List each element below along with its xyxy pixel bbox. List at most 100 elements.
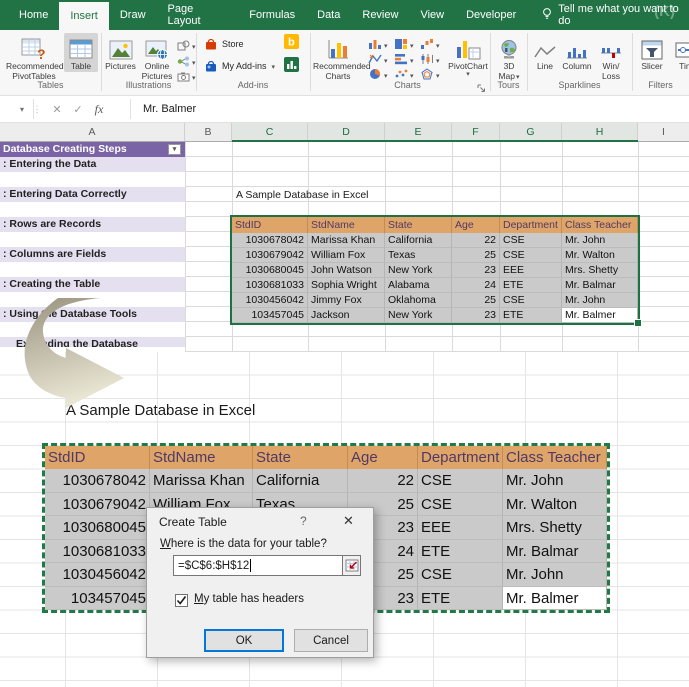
cell-stdid[interactable]: 103457045 — [45, 587, 150, 611]
panel-item[interactable]: : Columns are Fields — [0, 247, 185, 262]
cell-class-teacher[interactable]: Mr. Balmer — [562, 308, 638, 323]
column-header-h[interactable]: H — [562, 123, 638, 141]
header-class-teacher[interactable]: Class Teacher — [503, 446, 607, 469]
panel-item[interactable]: : Entering Data Correctly — [0, 187, 185, 202]
cell-department[interactable]: EEE — [500, 263, 562, 278]
online-pictures-button[interactable]: Online Pictures — [139, 33, 175, 81]
cell-class-teacher[interactable]: Mrs. Shetty — [562, 263, 638, 278]
cell-stdid[interactable]: 103457045 — [232, 308, 308, 323]
tab-insert[interactable]: Insert — [59, 2, 109, 30]
header-stdid[interactable]: StdID — [45, 446, 150, 469]
header-state[interactable]: State — [253, 446, 348, 469]
panel-item[interactable]: : Rows are Records — [0, 217, 185, 232]
cell-stdid[interactable]: 1030680045 — [45, 516, 150, 540]
header-age[interactable]: Age — [348, 446, 418, 469]
cell-stdid[interactable]: 1030681033 — [45, 540, 150, 564]
sparkline-line-button[interactable]: Line — [531, 33, 559, 72]
cell-department[interactable]: ETE — [418, 540, 503, 564]
sparkline-column-button[interactable]: Column — [560, 33, 594, 72]
insert-function-button[interactable]: fx — [90, 96, 108, 122]
table-button[interactable]: Table — [64, 33, 98, 72]
name-box-dropdown[interactable]: ▾ — [14, 96, 30, 122]
slicer-button[interactable]: Slicer — [636, 33, 668, 72]
cell-stdname[interactable]: Jackson — [308, 308, 385, 323]
column-header-d[interactable]: D — [308, 123, 385, 141]
ok-button[interactable]: OK — [204, 629, 284, 652]
cell-age[interactable]: 23 — [452, 308, 500, 323]
headers-checkbox-label[interactable]: My table has headers — [194, 593, 304, 605]
column-header-f[interactable]: F — [452, 123, 500, 141]
tab-home[interactable]: Home — [8, 0, 59, 30]
cell-state[interactable]: Texas — [385, 248, 452, 263]
cell-state[interactable]: New York — [385, 263, 452, 278]
cell-age[interactable]: 23 — [452, 263, 500, 278]
cell-state[interactable]: California — [385, 233, 452, 248]
tab-review[interactable]: Review — [351, 0, 409, 30]
header-stdname[interactable]: StdName — [150, 446, 253, 469]
cell-state[interactable]: Oklahoma — [385, 293, 452, 308]
cell-age[interactable]: 25 — [452, 248, 500, 263]
cell-department[interactable]: CSE — [500, 293, 562, 308]
range-picker-button[interactable] — [342, 555, 361, 576]
tab-draw[interactable]: Draw — [109, 0, 157, 30]
people-graph-button[interactable] — [284, 57, 299, 77]
cell-class-teacher[interactable]: Mr. Balmar — [562, 278, 638, 293]
timeline-button[interactable]: Tim — [671, 33, 689, 72]
column-header-a[interactable]: A — [0, 123, 185, 141]
cell-stdname[interactable]: William Fox — [308, 248, 385, 263]
sheet-title-upper[interactable]: A Sample Database in Excel — [236, 188, 369, 203]
recommended-pivottables-button[interactable]: ? Recommended PivotTables — [6, 33, 62, 81]
headers-checkbox[interactable] — [175, 594, 188, 607]
header-department[interactable]: Department — [500, 217, 562, 233]
header-stdid[interactable]: StdID — [232, 217, 308, 233]
cell-stdid[interactable]: 1030678042 — [45, 469, 150, 493]
cell-stdid[interactable]: 1030680045 — [232, 263, 308, 278]
pivotchart-button[interactable]: PivotChart ▾ — [448, 33, 488, 78]
column-header-i[interactable]: I — [638, 123, 689, 141]
my-addins-button[interactable]: My Add-ins — [204, 59, 275, 73]
cancel-entry-button[interactable]: ✕ — [48, 96, 66, 122]
cell-department[interactable]: CSE — [418, 493, 503, 517]
column-header-g[interactable]: G — [500, 123, 562, 141]
3d-map-button[interactable]: 3D Map — [493, 33, 525, 82]
cell-stdname[interactable]: Jimmy Fox — [308, 293, 385, 308]
cell-class-teacher[interactable]: Mr. Walton — [562, 248, 638, 263]
fill-handle[interactable] — [634, 319, 642, 327]
cell-state[interactable]: New York — [385, 308, 452, 323]
cell-class-teacher[interactable]: Mr. John — [562, 233, 638, 248]
formula-bar-value[interactable]: Mr. Balmer — [143, 96, 196, 122]
pictures-button[interactable]: Pictures — [104, 33, 137, 72]
cell-stdid[interactable]: 1030456042 — [45, 563, 150, 587]
cell-stdid[interactable]: 1030681033 — [232, 278, 308, 293]
close-icon[interactable]: ✕ — [343, 513, 354, 529]
cell-age[interactable]: 24 — [452, 278, 500, 293]
cell-class-teacher[interactable]: Mr. John — [503, 469, 607, 493]
cell-stdid[interactable]: 1030679042 — [232, 248, 308, 263]
header-stdname[interactable]: StdName — [308, 217, 385, 233]
tab-data[interactable]: Data — [306, 0, 351, 30]
cell-department[interactable]: ETE — [500, 278, 562, 293]
cell-age[interactable]: 25 — [452, 293, 500, 308]
header-state[interactable]: State — [385, 217, 452, 233]
help-icon[interactable]: ? — [300, 514, 307, 528]
cell-department[interactable]: ETE — [500, 308, 562, 323]
header-department[interactable]: Department — [418, 446, 503, 469]
cell-stdname[interactable]: Marissa Khan — [150, 469, 253, 493]
panel-header[interactable]: Database Creating Steps ▾ — [0, 142, 185, 157]
cell-class-teacher[interactable]: Mr. Walton — [503, 493, 607, 517]
cell-department[interactable]: CSE — [500, 248, 562, 263]
tab-formulas[interactable]: Formulas — [238, 0, 306, 30]
cell-class-teacher[interactable]: Mr. Balmar — [503, 540, 607, 564]
tab-view[interactable]: View — [409, 0, 455, 30]
cell-department[interactable]: CSE — [500, 233, 562, 248]
cell-state[interactable]: Alabama — [385, 278, 452, 293]
cell-department[interactable]: CSE — [418, 563, 503, 587]
tab-page-layout[interactable]: Page Layout — [157, 0, 239, 30]
table-range-input[interactable]: =$C$6:$H$12 — [173, 555, 343, 576]
column-header-e[interactable]: E — [385, 123, 452, 141]
cancel-button[interactable]: Cancel — [294, 629, 368, 652]
cell-stdname[interactable]: John Watson — [308, 263, 385, 278]
cell-stdname[interactable]: Marissa Khan — [308, 233, 385, 248]
cell-age[interactable]: 22 — [348, 469, 418, 493]
cell-department[interactable]: CSE — [418, 469, 503, 493]
